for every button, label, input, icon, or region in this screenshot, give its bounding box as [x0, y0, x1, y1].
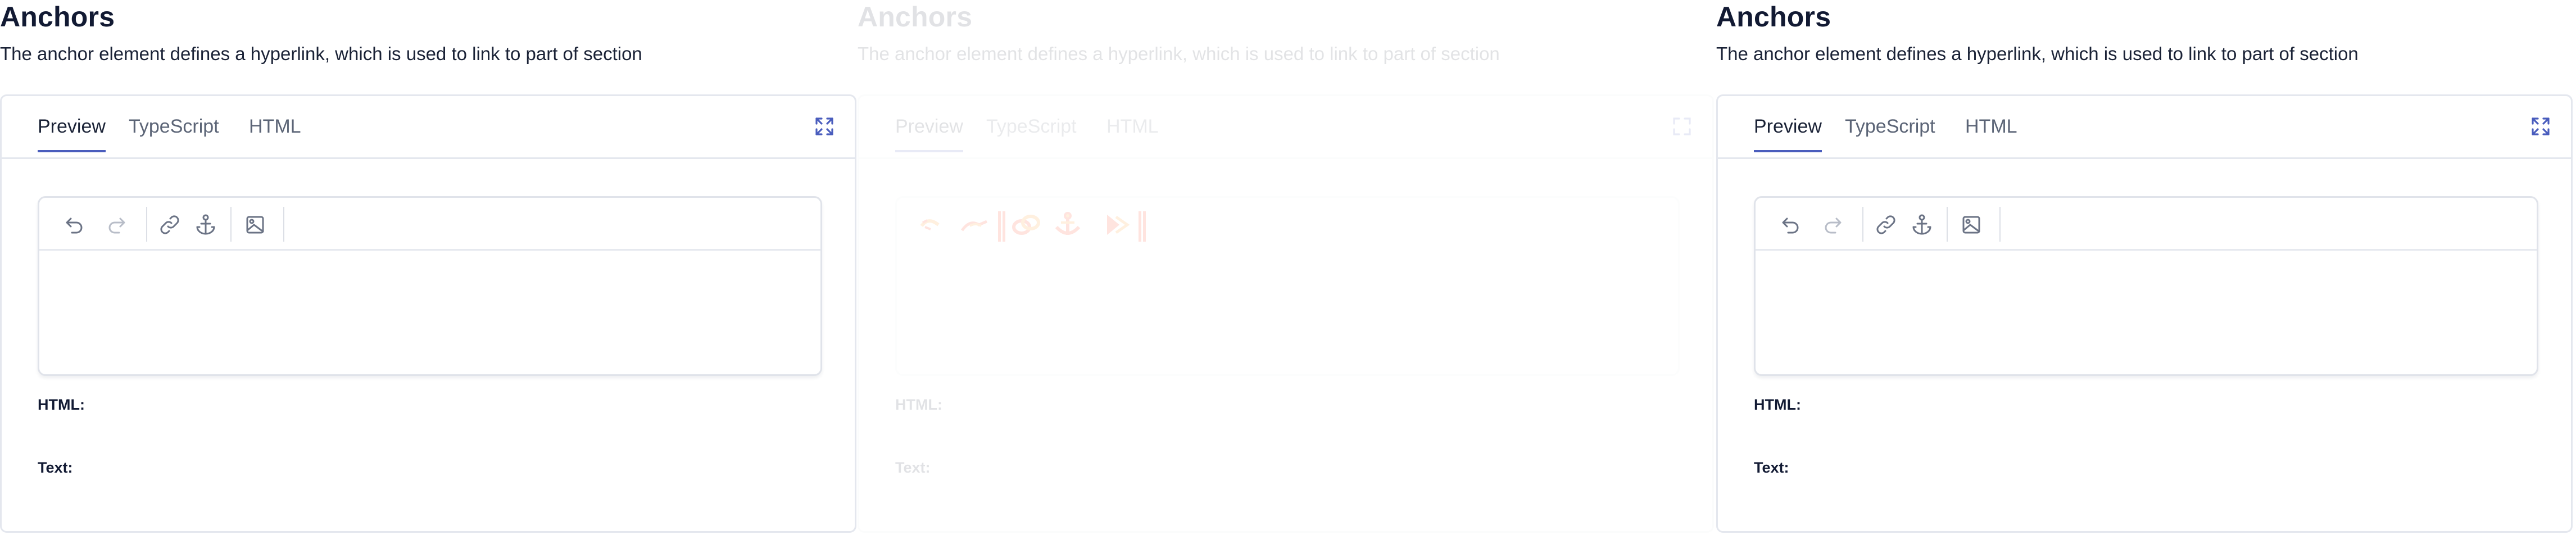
- example-card: Preview TypeScript HTML HTML: Text:: [0, 94, 856, 533]
- page-title: Anchors: [1716, 1, 1831, 33]
- tab-preview[interactable]: Preview: [1754, 115, 1822, 152]
- page-description: The anchor element defines a hyperlink, …: [0, 43, 642, 64]
- toolbar-divider: [283, 207, 284, 242]
- text-output-label: Text:: [1754, 459, 1789, 476]
- tab-preview[interactable]: Preview: [895, 115, 963, 152]
- redo-icon[interactable]: [1822, 212, 1847, 237]
- editor-content-area[interactable]: [1756, 251, 2537, 375]
- tab-html[interactable]: HTML: [1106, 115, 1159, 150]
- broken-divider: [998, 211, 1001, 242]
- text-output-label: Text:: [38, 459, 73, 476]
- broken-link-glyph: [1012, 215, 1040, 235]
- toolbar-divider: [230, 207, 232, 242]
- anchors-demo-panel: Anchors The anchor element defines a hyp…: [1716, 0, 2575, 535]
- broken-divider: [1003, 211, 1005, 242]
- link-icon[interactable]: [157, 212, 182, 237]
- page-description: The anchor element defines a hyperlink, …: [858, 43, 1500, 64]
- page-title: Anchors: [858, 1, 973, 33]
- example-card: Preview TypeScript HTML HTML: Text:: [1716, 94, 2573, 533]
- tab-html[interactable]: HTML: [1965, 115, 2017, 150]
- html-output-label: HTML:: [1754, 396, 1801, 413]
- html-output-label: HTML:: [38, 396, 85, 413]
- tab-preview[interactable]: Preview: [38, 115, 106, 152]
- expand-icon[interactable]: [2530, 116, 2551, 137]
- rich-text-editor: [895, 196, 1680, 376]
- image-icon[interactable]: [243, 212, 267, 237]
- expand-icon[interactable]: [1672, 116, 1692, 137]
- tab-bar: Preview TypeScript HTML: [1718, 96, 2571, 159]
- editor-content-area[interactable]: [39, 251, 820, 375]
- text-output-label: Text:: [895, 459, 931, 476]
- anchors-demo-panel-faded: Anchors The anchor element defines a hyp…: [858, 0, 1716, 535]
- toolbar-divider: [1999, 207, 2001, 242]
- anchor-icon[interactable]: [193, 212, 218, 237]
- toolbar-divider: [146, 207, 147, 242]
- broken-redo-glyph: [960, 220, 987, 232]
- broken-anchor-glyph: [1055, 212, 1081, 235]
- undo-icon[interactable]: [1777, 212, 1802, 237]
- broken-divider: [1143, 211, 1146, 242]
- page-description: The anchor element defines a hyperlink, …: [1716, 43, 2359, 64]
- tab-html[interactable]: HTML: [249, 115, 301, 150]
- broken-divider: [1139, 211, 1141, 242]
- screenshot-stage: Anchors The anchor element defines a hyp…: [0, 0, 2576, 535]
- toolbar-divider: [1947, 207, 1948, 242]
- editor-toolbar: [1756, 198, 2537, 251]
- redo-icon[interactable]: [106, 212, 130, 237]
- undo-icon[interactable]: [61, 212, 85, 237]
- toolbar-divider: [1862, 207, 1863, 242]
- editor-toolbar: [39, 198, 820, 251]
- html-output-label: HTML:: [895, 396, 942, 413]
- link-icon[interactable]: [1874, 212, 1898, 237]
- tab-typescript[interactable]: TypeScript: [1845, 115, 1935, 150]
- tab-typescript[interactable]: TypeScript: [986, 115, 1077, 150]
- image-icon[interactable]: [1959, 212, 1984, 237]
- tab-bar: Preview TypeScript HTML: [859, 96, 1712, 159]
- anchor-icon[interactable]: [1910, 212, 1934, 237]
- broken-undo-glyph: [920, 219, 940, 230]
- expand-icon[interactable]: [814, 116, 835, 137]
- tab-bar: Preview TypeScript HTML: [2, 96, 855, 159]
- example-card: Preview TypeScript HTML HTML: Text:: [858, 94, 1714, 533]
- rich-text-editor: [38, 196, 822, 376]
- page-title: Anchors: [0, 1, 115, 33]
- tab-typescript[interactable]: TypeScript: [129, 115, 219, 150]
- anchors-demo-panel: Anchors The anchor element defines a hyp…: [0, 0, 859, 535]
- broken-image-glyph: [1107, 215, 1130, 235]
- rich-text-editor: [1754, 196, 2538, 376]
